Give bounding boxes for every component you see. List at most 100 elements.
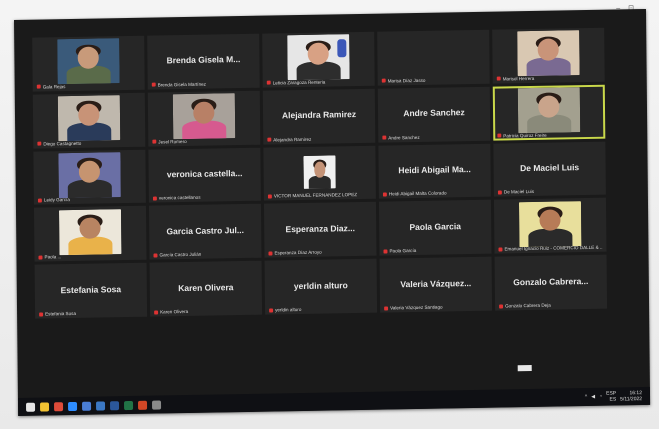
participant-tile[interactable]: Heidi Abigail Ma... Heidi Abigail Malta C… (378, 143, 491, 200)
muted-mic-icon (38, 255, 43, 260)
participant-tile[interactable]: VICTOR MANUEL FERNANDEZ LOPEZ (263, 145, 376, 202)
participant-tile[interactable]: Paola ... (33, 206, 147, 262)
explorer-icon[interactable] (40, 401, 50, 412)
participant-name-label: Paola ... (38, 253, 142, 260)
participant-name-label: Alejandra Ramírez (267, 135, 371, 142)
muted-mic-icon (37, 198, 42, 203)
participant-name: Jesel Romero (158, 138, 187, 145)
chevron-up-icon[interactable]: ^ (585, 394, 587, 400)
participant-name-label: Diego Castagnetto (37, 139, 141, 146)
participant-name: VICTOR MANUEL FERNANDEZ LOPEZ (273, 192, 358, 199)
participant-name-label: Paola García (383, 247, 487, 254)
participant-tile[interactable]: Emanuel Ignacio Ruiz - COMERCIO DALLE & … (493, 198, 607, 254)
participant-tile[interactable]: Marisa Díaz Jasso (377, 29, 490, 86)
participant-display-name: Valeria Vázquez... (400, 277, 472, 290)
participant-name-label: Marisa Díaz Jasso (381, 77, 486, 84)
participant-name: Paola ... (44, 254, 62, 260)
participant-tile[interactable]: Leticia Zaragoza Renteria (262, 31, 375, 88)
participant-tile[interactable]: Leidy García (33, 149, 146, 206)
participant-tile[interactable]: Garcia Castro Jul... García Castro Julián (148, 204, 262, 260)
participant-tile[interactable]: Gonzalo Cabrera... Gonzalo Cabrera Deja (494, 254, 608, 311)
participant-tile[interactable]: Marisol Herrera (492, 27, 605, 84)
participant-name: Valeria Vázquez Santiago (390, 304, 443, 311)
participant-tile[interactable]: De Maciel Luis De Maciel Luis (493, 141, 606, 198)
participant-video (58, 208, 122, 256)
muted-mic-icon (267, 194, 272, 199)
participant-name: Gonzalo Cabrera Deja (505, 302, 551, 309)
participant-display-name: Heidi Abigail Ma... (398, 164, 471, 176)
chrome-icon[interactable] (54, 401, 64, 411)
keyboard-layout: ES (609, 396, 617, 403)
participant-tile[interactable]: Estefania Sosa Estefania Sosa (34, 263, 148, 319)
participant-name-label: De Maciel Luis (497, 188, 602, 195)
participant-display-name: Esperanza Diaz... (285, 222, 355, 235)
powerpoint-icon[interactable] (137, 400, 148, 410)
participant-name-label: García Castro Julián (153, 251, 257, 258)
participant-name-label: Gala Rejas (36, 83, 141, 90)
muted-mic-icon (152, 196, 157, 201)
participant-name-label: veronica castellanos (152, 194, 257, 201)
participant-tile[interactable]: yerldin alturo yerldin alturo (264, 259, 378, 315)
participant-tile[interactable]: Brenda Gisela M... Brenda Gisela Martínez (147, 33, 260, 90)
wifi-icon[interactable]: ◔ (599, 394, 602, 400)
participant-tile[interactable]: veronica castella... veronica castellanos (148, 147, 261, 204)
participant-name: Karen Olivera (160, 309, 189, 315)
participant-name: Andre Sanchez (388, 134, 420, 141)
photos-icon[interactable] (151, 399, 162, 410)
participant-tile[interactable]: Paola Garcia Paola García (378, 200, 492, 256)
participant-name-label: Esperanza Díaz Arroyo (268, 249, 372, 256)
muted-mic-icon (499, 304, 504, 309)
word-icon[interactable] (110, 400, 120, 410)
muted-mic-icon (152, 139, 157, 144)
participant-name: Brenda Gisela Martínez (157, 81, 206, 88)
participant-name-label: Gonzalo Cabrera Deja (499, 302, 603, 309)
speaker-icon[interactable]: ◀ (591, 394, 595, 400)
muted-mic-icon (382, 135, 387, 140)
participant-display-name: Paola Garcia (409, 221, 462, 233)
participant-tile[interactable]: Diego Castagnetto (32, 92, 146, 149)
participant-video (57, 95, 121, 142)
participant-name: Diego Castagnetto (43, 140, 82, 147)
participant-name-label: Emanuel Ignacio Ruiz - COMERCIO DALLE & … (498, 245, 602, 252)
participant-display-name: Brenda Gisela M... (166, 54, 241, 66)
participant-name-label: VICTOR MANUEL FERNANDEZ LOPEZ (267, 192, 372, 199)
participant-name: Patricia Quiroz Freire (503, 132, 547, 139)
participant-tile[interactable]: Gala Rejas (32, 35, 145, 92)
zoom-icon[interactable] (68, 401, 78, 411)
view-toggle-button[interactable] (517, 364, 532, 372)
participant-tile[interactable]: Valeria Vázquez... Valeria Vázquez Santia… (379, 257, 493, 313)
participant-name-label: Jesel Romero (152, 137, 256, 144)
participant-video (286, 34, 351, 81)
participant-display-name: veronica castella... (166, 168, 243, 180)
language-indicator[interactable]: ESP ES (606, 391, 616, 403)
background-logo (337, 38, 347, 58)
participant-name-label: Marisol Herrera (496, 75, 601, 82)
participant-display-name: Gonzalo Cabrera... (513, 275, 589, 288)
participant-tile[interactable]: Jesel Romero (147, 90, 261, 147)
store-icon[interactable] (82, 401, 92, 411)
participant-video (303, 155, 336, 189)
clock[interactable]: 16:12 5/11/2022 (620, 390, 642, 402)
participant-name-label: Leticia Zaragoza Renteria (266, 79, 371, 86)
participant-tile[interactable]: Esperanza Diaz... Esperanza Díaz Arroyo (263, 202, 377, 258)
participant-name: Heidi Abigail Malta Colorado (388, 190, 447, 197)
participant-tile[interactable]: Patricia Quiroz Freire (492, 84, 606, 141)
participant-tile[interactable]: Karen Olivera Karen Olivera (149, 261, 263, 317)
participant-name: Leidy García (43, 197, 70, 203)
participant-video (516, 30, 581, 77)
muted-mic-icon (382, 192, 387, 197)
muted-mic-icon (37, 141, 42, 146)
muted-mic-icon (497, 190, 502, 195)
participant-tile[interactable]: Andre Sanchez Andre Sanchez (377, 86, 491, 143)
excel-icon[interactable] (123, 400, 134, 410)
start-icon[interactable] (26, 402, 36, 412)
participant-tile[interactable]: Alejandra Ramirez Alejandra Ramírez (262, 88, 376, 145)
participant-gallery: Gala Rejas Brenda Gisela M... Brenda Gisel… (32, 27, 608, 376)
participant-display-name: Alejandra Ramirez (281, 109, 357, 121)
participant-name: Marisa Díaz Jasso (387, 77, 426, 84)
participant-name: Gala Rejas (42, 83, 66, 90)
participant-name-label: Estefania Sosa (39, 310, 143, 317)
muted-mic-icon (383, 249, 388, 254)
mail-icon[interactable] (96, 400, 106, 411)
system-tray: ^ ◀ ◔ ESP ES 16:12 5/11/2022 (585, 390, 642, 403)
